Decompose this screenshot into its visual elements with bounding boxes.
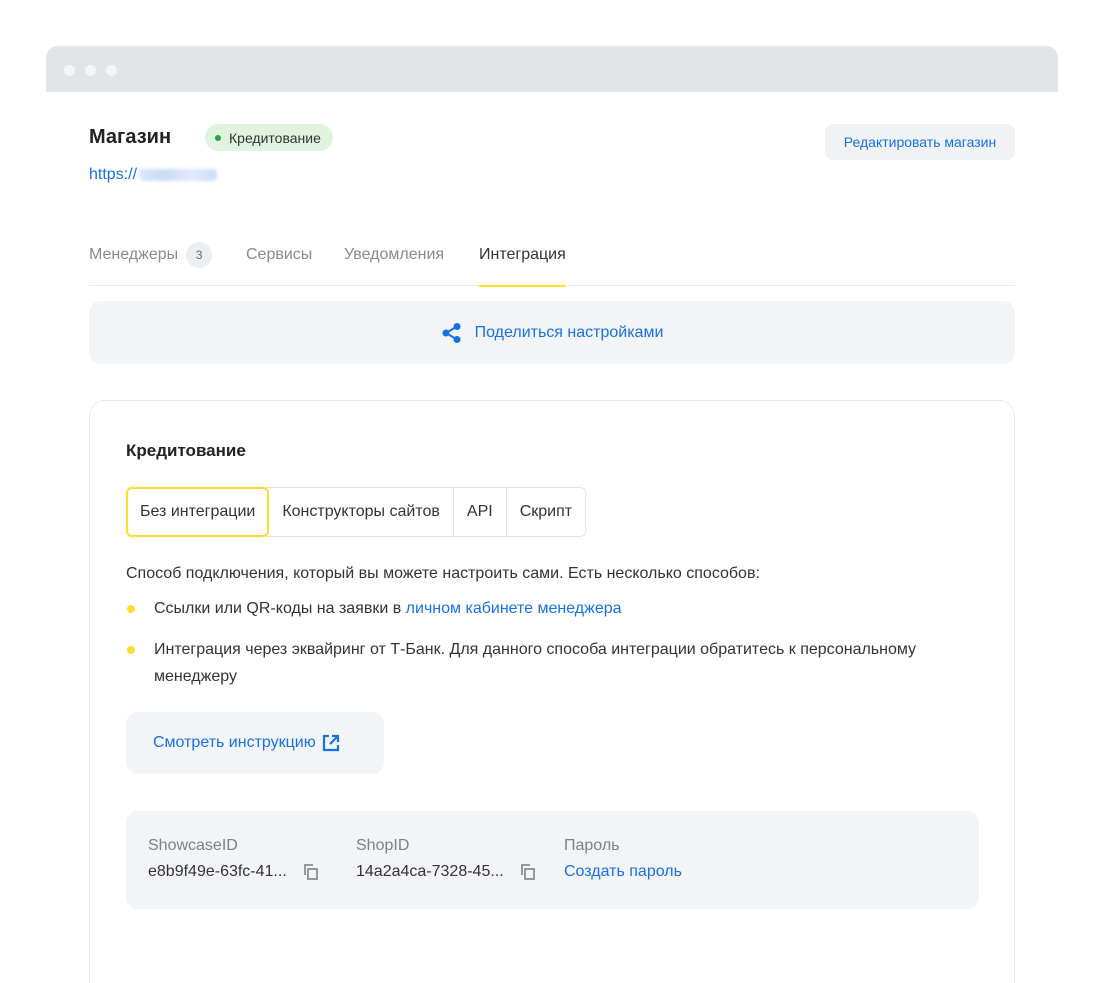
share-settings-button[interactable]: Поделиться настройками — [89, 301, 1015, 364]
manager-cabinet-link[interactable]: личном кабинете менеджера — [406, 600, 622, 617]
tab-label: Сервисы — [246, 246, 313, 263]
password-field: Пароль Создать пароль — [564, 837, 682, 881]
store-url-prefix: https:// — [89, 166, 138, 183]
blurred-url — [139, 169, 218, 181]
integration-segment-control: Без интеграции Конструкторы сайтов API С… — [126, 487, 587, 537]
bullet-text: Интеграция через эквайринг от Т-Банк. Дл… — [154, 641, 917, 685]
description-text: Способ подключения, который вы можете на… — [126, 565, 760, 582]
window-dot — [106, 65, 117, 76]
showcase-id-label: ShowcaseID — [148, 837, 238, 854]
credit-card: Кредитование Без интеграции Конструкторы… — [89, 400, 1015, 983]
create-password-link[interactable]: Создать пароль — [564, 863, 682, 881]
store-title: Магазин — [89, 126, 172, 148]
window-titlebar — [46, 46, 1058, 92]
password-label: Пароль — [564, 837, 620, 854]
view-instruction-button[interactable]: Смотреть инструкцию — [126, 712, 384, 774]
tab-label: Менеджеры — [89, 246, 179, 263]
status-badge-label: Кредитование — [229, 129, 321, 146]
list-item: Ссылки или QR-коды на заявки в личном ка… — [126, 595, 976, 622]
shop-id-field: ShopID 14a2a4ca-7328-45... — [356, 837, 536, 881]
share-settings-label: Поделиться настройками — [474, 323, 664, 341]
tab-notifications[interactable]: Уведомления — [344, 241, 444, 286]
status-badge: Кредитование — [205, 124, 333, 151]
bullet-icon — [127, 605, 135, 613]
showcase-id-field: ShowcaseID e8b9f49e-63fc-41... — [148, 837, 319, 881]
section-title: Кредитование — [126, 441, 246, 460]
list-item: Интеграция через эквайринг от Т-Банк. Дл… — [126, 636, 976, 690]
segment-site-builders[interactable]: Конструкторы сайтов — [269, 488, 454, 536]
tab-managers[interactable]: Менеджеры 3 — [89, 241, 213, 286]
share-icon — [442, 322, 461, 343]
segment-no-integration[interactable]: Без интеграции — [126, 487, 270, 537]
window-dot — [64, 65, 75, 76]
credentials-panel: ShowcaseID e8b9f49e-63fc-41... ShopID 14… — [126, 811, 979, 909]
tab-integration[interactable]: Интеграция — [479, 241, 566, 287]
bullet-text: Ссылки или QR-коды на заявки в — [154, 600, 406, 617]
copy-icon[interactable] — [303, 864, 319, 880]
view-instruction-label: Смотреть инструкцию — [153, 734, 316, 751]
tab-bar: Менеджеры 3 Сервисы Уведомления Интеграц… — [89, 241, 1015, 287]
browser-window: Магазин Кредитование https:// Редактиров… — [46, 46, 1058, 983]
bullet-icon — [127, 646, 135, 654]
window-dot — [85, 65, 96, 76]
showcase-id-value: e8b9f49e-63fc-41... — [148, 863, 287, 880]
status-dot-icon — [215, 134, 221, 141]
segment-api[interactable]: API — [454, 488, 507, 536]
external-link-icon — [322, 734, 339, 752]
shop-id-label: ShopID — [356, 837, 410, 854]
edit-store-button[interactable]: Редактировать магазин — [825, 124, 1015, 160]
tab-services[interactable]: Сервисы — [246, 241, 312, 286]
tab-count-badge: 3 — [186, 242, 213, 268]
tab-label: Уведомления — [344, 246, 445, 263]
store-url-link[interactable]: https:// — [89, 166, 218, 184]
tab-label: Интеграция — [479, 246, 566, 263]
segment-script[interactable]: Скрипт — [507, 488, 585, 536]
copy-icon[interactable] — [520, 864, 536, 880]
shop-id-value: 14a2a4ca-7328-45... — [356, 863, 504, 880]
